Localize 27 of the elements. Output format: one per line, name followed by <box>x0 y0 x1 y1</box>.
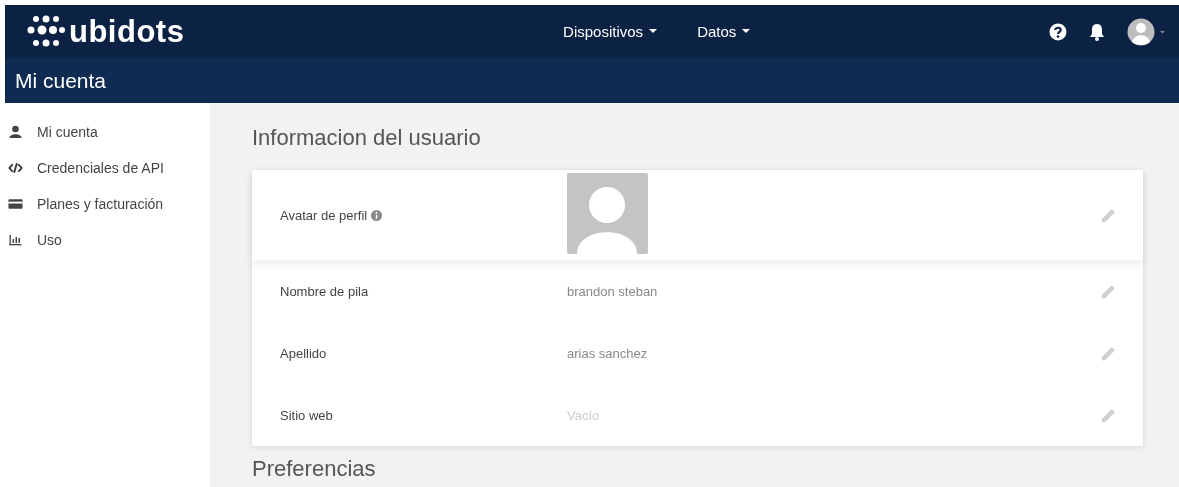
sidebar-item[interactable]: Uso <box>8 229 210 251</box>
bar-chart-icon <box>8 233 23 247</box>
sidebar-item[interactable]: Mi cuenta <box>8 121 210 143</box>
logo-text[interactable]: ubidots <box>69 13 185 50</box>
page-title: Mi cuenta <box>15 68 107 93</box>
nav-menu[interactable]: Datos <box>697 23 751 40</box>
nav-menu[interactable]: Dispositivos <box>563 23 658 40</box>
help-icon[interactable] <box>1049 22 1067 41</box>
credit-card-icon <box>8 197 23 211</box>
avatar-menu-icon[interactable] <box>1127 17 1165 46</box>
field-label: Apellido <box>280 345 327 361</box>
caret-icon <box>649 29 658 34</box>
field-label: Sitio web <box>280 407 333 423</box>
field-label: Nombre de pila <box>280 283 369 299</box>
field-value: brandon steban <box>567 283 658 299</box>
section-title: Preferencias <box>252 456 377 482</box>
field-value: arias sanchez <box>567 345 648 361</box>
code-icon <box>8 161 23 175</box>
field-label: Avatar de perfil <box>280 207 368 223</box>
logo-dots-icon <box>27 14 65 49</box>
info-icon[interactable] <box>371 209 383 221</box>
sidebar-item[interactable]: Planes y facturación <box>8 193 210 215</box>
caret-icon <box>742 29 751 34</box>
bell-icon[interactable] <box>1089 22 1105 41</box>
sidebar-item[interactable]: Credenciales de API <box>8 157 210 179</box>
user-icon <box>8 125 23 139</box>
section-title: Informacion del usuario <box>252 125 482 151</box>
